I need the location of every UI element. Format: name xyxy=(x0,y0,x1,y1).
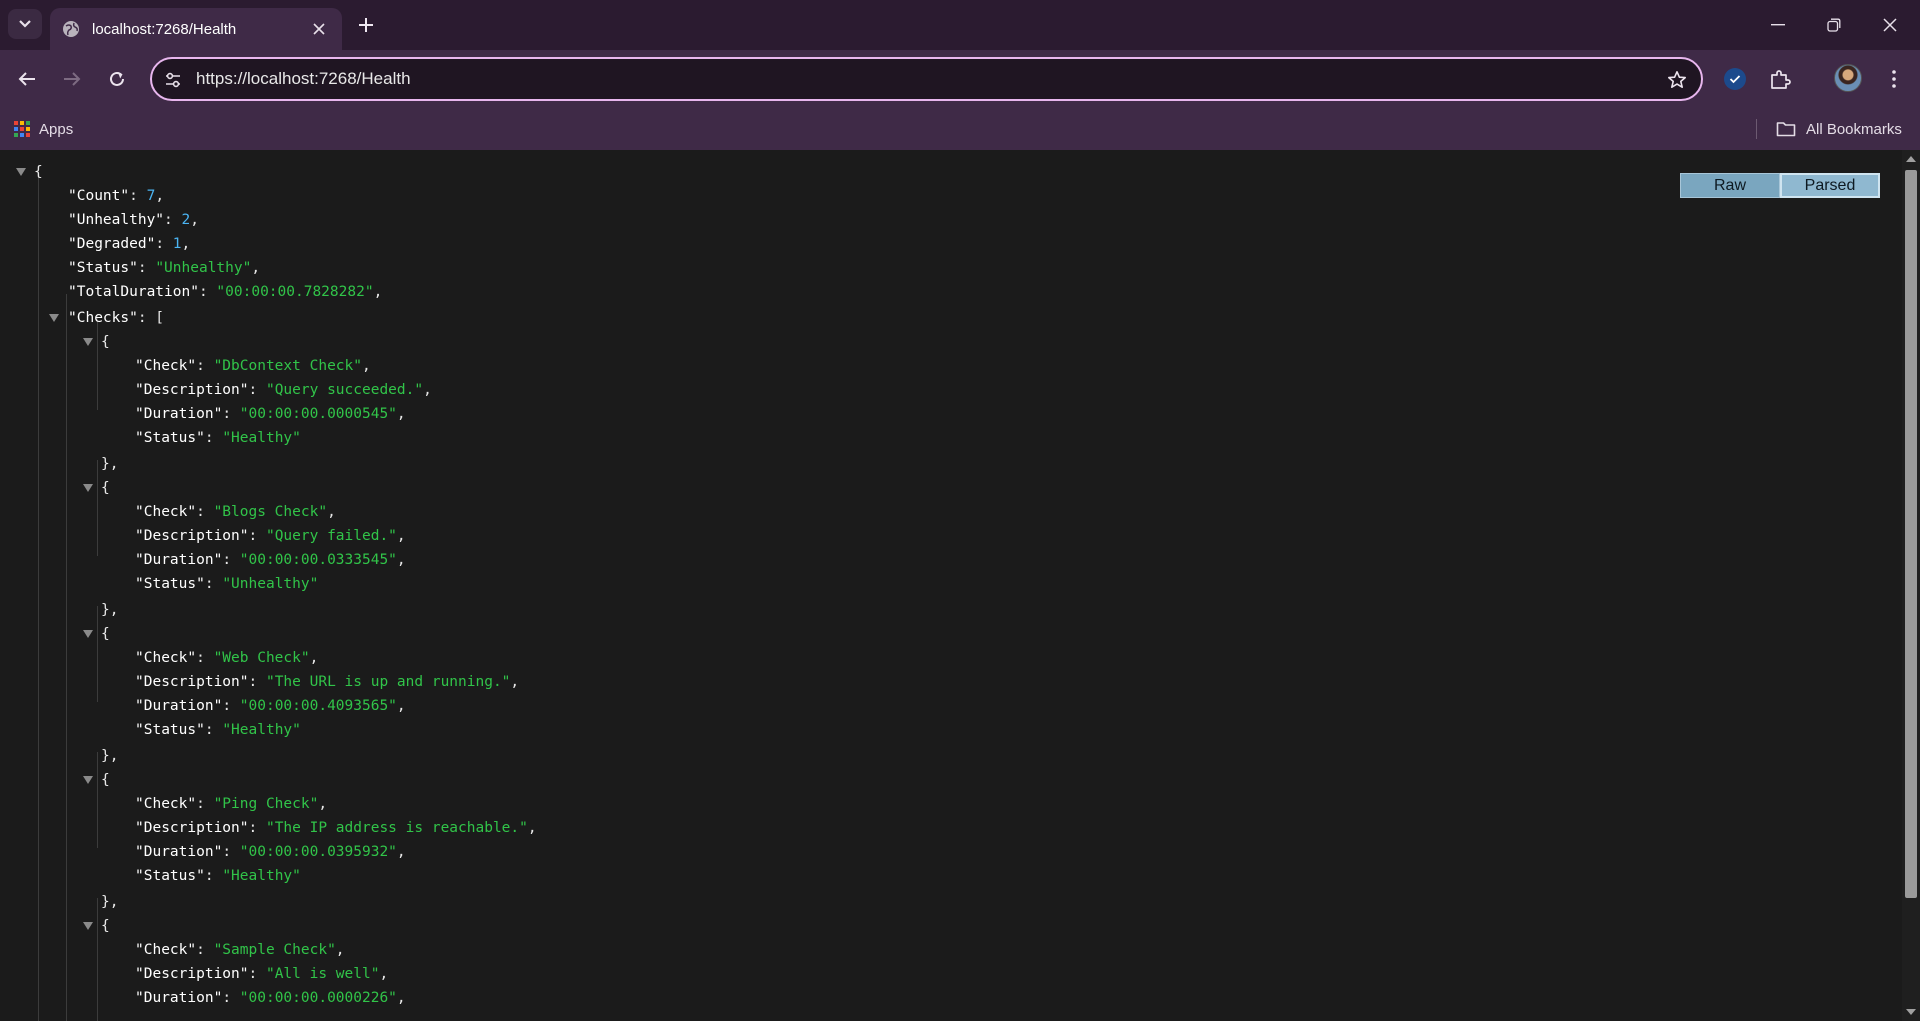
json-check-description: "Description": "Query failed.", xyxy=(135,528,406,544)
extension-check-icon[interactable] xyxy=(1724,68,1746,90)
json-object-open: { xyxy=(101,626,110,642)
json-check-duration: "Duration": "00:00:00.4093565", xyxy=(135,698,406,714)
active-tab[interactable]: localhost:7268/Health xyxy=(50,8,342,50)
json-check-name: "Check": "Sample Check", xyxy=(135,942,345,958)
tab-title: localhost:7268/Health xyxy=(92,20,237,38)
view-mode-toggle: Raw Parsed xyxy=(1680,173,1880,198)
collapse-toggle-checks[interactable] xyxy=(49,314,59,322)
apps-grid-icon xyxy=(14,121,30,137)
scroll-up-arrow-icon[interactable] xyxy=(1906,156,1916,162)
minimize-icon xyxy=(1771,24,1785,26)
json-check-description: "Description": "The IP address is reacha… xyxy=(135,820,537,836)
bookmark-star-icon[interactable] xyxy=(1665,68,1689,92)
plus-icon xyxy=(359,18,373,32)
site-info-icon[interactable] xyxy=(162,69,184,91)
restore-icon xyxy=(1827,18,1841,32)
scrollbar-thumb[interactable] xyxy=(1905,170,1917,898)
profile-avatar[interactable] xyxy=(1834,64,1862,92)
chevron-down-icon xyxy=(19,20,31,28)
json-field-checks: "Checks": [ xyxy=(68,310,165,326)
json-root-open: { xyxy=(34,164,43,180)
json-check-name: "Check": "Ping Check", xyxy=(135,796,328,812)
collapse-toggle-root[interactable] xyxy=(16,168,26,176)
json-check-duration: "Duration": "00:00:00.0395932", xyxy=(135,844,406,860)
tab-strip: localhost:7268/Health xyxy=(0,0,1920,50)
close-window-button[interactable] xyxy=(1862,0,1918,50)
address-bar[interactable] xyxy=(150,57,1703,101)
forward-button[interactable] xyxy=(57,64,87,94)
more-vertical-icon xyxy=(1892,70,1896,88)
json-object-close: }, xyxy=(101,748,119,764)
collapse-toggle-check[interactable] xyxy=(83,630,93,638)
json-object-open: { xyxy=(101,334,110,350)
bookmarks-bar: Apps All Bookmarks xyxy=(0,108,1920,150)
collapse-toggle-check[interactable] xyxy=(83,338,93,346)
json-object-close: }, xyxy=(101,894,119,910)
new-tab-button[interactable] xyxy=(352,11,380,39)
json-object-open: { xyxy=(101,918,110,934)
json-object-open: { xyxy=(101,772,110,788)
globe-icon xyxy=(63,21,79,37)
indent-guide xyxy=(97,606,98,702)
json-check-status: "Status": "Healthy" xyxy=(135,430,301,446)
collapse-toggle-check[interactable] xyxy=(83,776,93,784)
json-check-description: "Description": "The URL is up and runnin… xyxy=(135,674,520,690)
indent-guide xyxy=(97,898,98,1021)
json-check-name: "Check": "DbContext Check", xyxy=(135,358,371,374)
all-bookmarks-button[interactable]: All Bookmarks xyxy=(1776,117,1902,141)
json-check-duration: "Duration": "00:00:00.0000226", xyxy=(135,990,406,1006)
json-check-status: "Status": "Healthy" xyxy=(135,868,301,884)
browser-toolbar xyxy=(0,50,1920,108)
json-check-description: "Description": "Query succeeded.", xyxy=(135,382,432,398)
reload-icon xyxy=(110,71,124,86)
all-bookmarks-label: All Bookmarks xyxy=(1806,120,1902,138)
raw-view-button[interactable]: Raw xyxy=(1680,173,1780,198)
parsed-view-button[interactable]: Parsed xyxy=(1780,173,1880,198)
folder-icon xyxy=(1776,122,1796,137)
json-object-close: }, xyxy=(101,602,119,618)
indent-guide xyxy=(66,294,67,1021)
json-check-name: "Check": "Blogs Check", xyxy=(135,504,336,520)
apps-label: Apps xyxy=(39,120,74,138)
json-check-description: "Description": "All is well", xyxy=(135,966,389,982)
close-icon xyxy=(1883,18,1897,32)
minimize-button[interactable] xyxy=(1750,0,1806,50)
extensions-puzzle-icon[interactable] xyxy=(1766,65,1794,93)
apps-bookmark[interactable]: Apps xyxy=(14,117,73,141)
json-check-status: "Status": "Unhealthy" xyxy=(135,576,319,592)
json-object-open: { xyxy=(101,480,110,496)
back-button[interactable] xyxy=(12,64,42,94)
json-field-count: "Count": 7, xyxy=(68,188,165,204)
json-field-total-duration: "TotalDuration": "00:00:00.7828282", xyxy=(68,284,383,300)
json-object-close: }, xyxy=(101,456,119,472)
url-input[interactable] xyxy=(196,65,1596,93)
arrow-left-icon xyxy=(18,72,35,86)
tab-search-button[interactable] xyxy=(8,9,42,39)
close-icon xyxy=(313,23,325,35)
json-field-unhealthy: "Unhealthy": 2, xyxy=(68,212,199,228)
reload-button[interactable] xyxy=(102,64,132,94)
collapse-toggle-check[interactable] xyxy=(83,922,93,930)
json-check-duration: "Duration": "00:00:00.0000545", xyxy=(135,406,406,422)
indent-guide xyxy=(97,752,98,848)
browser-menu-button[interactable] xyxy=(1880,64,1908,94)
restore-button[interactable] xyxy=(1806,0,1862,50)
json-field-status: "Status": "Unhealthy", xyxy=(68,260,261,276)
json-check-duration: "Duration": "00:00:00.0333545", xyxy=(135,552,406,568)
collapse-toggle-check[interactable] xyxy=(83,484,93,492)
json-field-degraded: "Degraded": 1, xyxy=(68,236,191,252)
json-viewer: { "Count": 7, "Unhealthy": 2, "Degraded"… xyxy=(0,150,1902,1021)
json-check-status: "Status": "Healthy" xyxy=(135,722,301,738)
tab-close-button[interactable] xyxy=(308,18,330,40)
indent-guide xyxy=(38,174,39,1021)
bookmarks-separator xyxy=(1756,119,1757,139)
arrow-right-icon xyxy=(64,72,81,86)
vertical-scrollbar[interactable] xyxy=(1902,150,1920,1021)
indent-guide xyxy=(97,460,98,556)
json-check-name: "Check": "Web Check", xyxy=(135,650,319,666)
scroll-down-arrow-icon[interactable] xyxy=(1906,1009,1916,1015)
